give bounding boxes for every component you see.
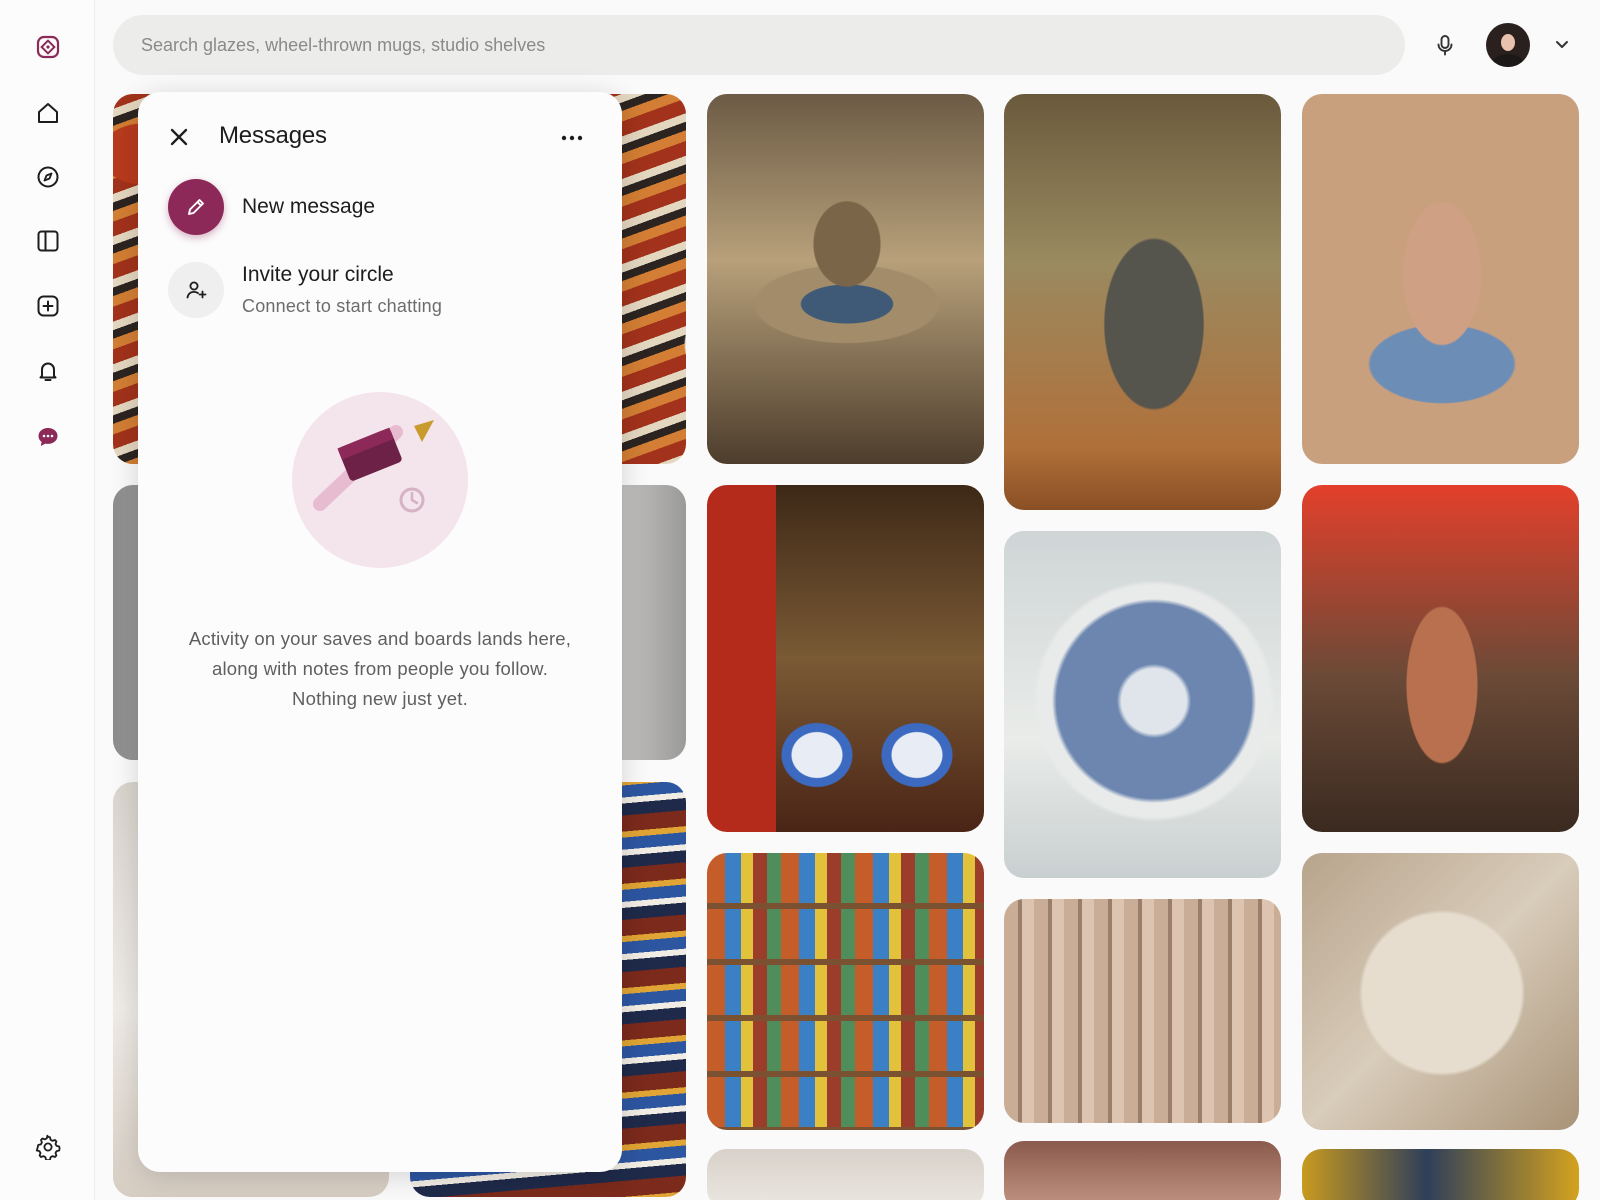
logo-icon[interactable] — [27, 26, 69, 68]
invite-title: Invite your circle — [242, 263, 394, 286]
pin-clay-plate[interactable] — [1302, 853, 1579, 1130]
pin-dark-vase[interactable] — [1004, 94, 1281, 510]
new-message-button[interactable]: New message — [168, 179, 375, 235]
bell-icon[interactable] — [27, 350, 69, 392]
pencil-icon — [168, 179, 224, 235]
empty-state-illustration — [292, 392, 468, 568]
plus-square-icon[interactable] — [27, 285, 69, 327]
chevron-down-icon[interactable] — [1550, 32, 1574, 56]
pin-terracotta-pots[interactable] — [1004, 1141, 1281, 1200]
close-icon[interactable] — [160, 118, 198, 156]
invite-subtitle: Connect to start chatting — [242, 296, 443, 316]
invite-circle-button[interactable]: Invite your circle Connect to start chat… — [168, 262, 442, 318]
microphone-icon[interactable] — [1426, 26, 1464, 64]
chat-bubble-icon[interactable] — [27, 416, 69, 458]
compass-icon[interactable] — [27, 156, 69, 198]
messages-panel: Messages New message Invite your circle … — [138, 92, 622, 1172]
home-icon[interactable] — [27, 92, 69, 134]
new-message-label: New message — [242, 195, 376, 218]
pin-porcelain-bowls[interactable] — [707, 485, 984, 832]
pin-yellow-glaze[interactable] — [1302, 1149, 1579, 1200]
pin-hands-on-wheel[interactable] — [707, 94, 984, 464]
pin-speckled-blue-bowl[interactable] — [1004, 531, 1281, 878]
pin-pottery-shelves[interactable] — [707, 853, 984, 1130]
pin-unglazed-jugs[interactable] — [1004, 899, 1281, 1123]
panel-title: Messages — [219, 122, 327, 149]
add-person-icon — [168, 262, 224, 318]
pin-terracotta-wheel[interactable] — [1302, 485, 1579, 832]
avatar[interactable] — [1486, 23, 1530, 67]
pin-trimming-vase[interactable] — [1302, 94, 1579, 464]
boards-icon[interactable] — [27, 220, 69, 262]
pin-light-detail[interactable] — [707, 1149, 984, 1200]
gear-icon[interactable] — [27, 1126, 69, 1168]
more-options-icon[interactable] — [552, 118, 592, 158]
left-nav-rail — [0, 0, 95, 1200]
empty-state-text: Activity on your saves and boards lands … — [188, 628, 572, 709]
search-input[interactable] — [141, 34, 1405, 56]
search-bar[interactable] — [113, 15, 1405, 75]
